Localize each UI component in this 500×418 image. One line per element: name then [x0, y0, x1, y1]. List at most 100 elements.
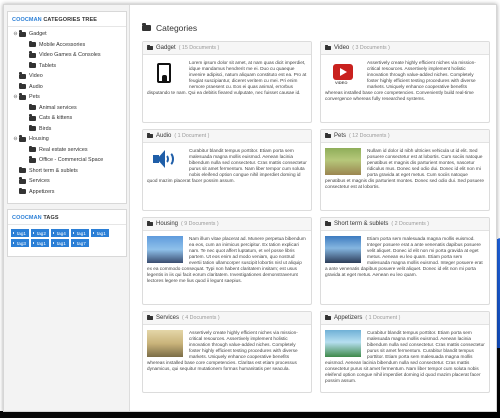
category-card-header[interactable]: Pets( 12 Documents ) — [321, 130, 489, 143]
tree-item[interactable]: Audio — [12, 82, 126, 93]
folder-icon — [19, 72, 26, 79]
category-tree: ⊖ Gadget Mobile Accessories Video Games & C… — [8, 27, 126, 197]
tag-link[interactable]: tag3 — [11, 239, 29, 247]
tree-item[interactable]: Office - Commercial Space — [12, 155, 126, 166]
brand-name: COOCMAN — [12, 215, 42, 221]
category-name[interactable]: Audio — [156, 133, 171, 139]
category-card: Housing( 9 Documents ) Nam illum vitae pl… — [142, 217, 312, 305]
document-count: ( 4 Documents ) — [182, 315, 220, 321]
category-thumbnail[interactable] — [147, 60, 183, 87]
folder-icon — [325, 220, 331, 227]
category-card-body: Nullam id dolor id nibh ultricies vehicu… — [321, 143, 489, 193]
play-icon — [333, 64, 353, 80]
tag-link[interactable]: tag1 — [90, 229, 109, 237]
folder-icon — [19, 135, 26, 142]
category-thumbnail[interactable] — [325, 330, 361, 357]
tree-item[interactable]: Real estate services — [12, 145, 126, 156]
document-count: ( 12 Documents ) — [349, 133, 390, 139]
phone-icon — [157, 63, 171, 83]
main-content: Categories Gadget( 15 Documents ) Lorem i… — [138, 5, 496, 411]
category-card-body: Curabitur blandit tempus porttitor. Etia… — [321, 325, 489, 387]
tree-item[interactable]: Birds — [12, 124, 126, 135]
category-card-header[interactable]: Appetizers( 1 Document ) — [321, 312, 489, 325]
category-name[interactable]: Pets — [334, 133, 346, 139]
tree-item[interactable]: Animal services — [12, 103, 126, 114]
tree-item[interactable]: Services — [12, 176, 126, 187]
document-count: ( 9 Documents ) — [181, 221, 219, 227]
category-card: Appetizers( 1 Document ) Curabitur blandi… — [320, 311, 490, 393]
category-thumbnail[interactable] — [147, 236, 183, 263]
tag-link[interactable]: tag1 — [30, 239, 49, 247]
speaker-icon — [153, 150, 165, 168]
tree-item-label: Video — [29, 73, 43, 80]
collapse-toggle-icon[interactable]: ⊖ — [12, 136, 19, 142]
category-name[interactable]: Gadget — [156, 45, 176, 51]
document-count: ( 15 Documents ) — [178, 45, 220, 51]
folder-icon — [19, 187, 26, 195]
tree-item-label: Services — [29, 178, 50, 185]
document-count: ( 3 Documents ) — [352, 45, 390, 51]
folder-icon — [19, 166, 26, 174]
category-card-header[interactable]: Housing( 9 Documents ) — [143, 218, 311, 231]
categories-tree-title: COOCMAN CATEGORIES TREE — [8, 12, 126, 27]
tree-item-label: Housing — [29, 136, 49, 143]
tags-title: COOCMAN TAGS — [8, 210, 126, 225]
category-card-header[interactable]: Video( 3 Documents ) — [321, 42, 489, 55]
tree-item[interactable]: Mobile Accessories — [12, 40, 126, 51]
category-thumbnail[interactable] — [147, 148, 183, 175]
category-thumbnail[interactable]: VIDEO — [325, 60, 361, 87]
category-name[interactable]: Short term & sublets — [334, 221, 388, 227]
tree-item[interactable]: Appetizers — [12, 187, 126, 198]
tree-item-label: Birds — [39, 125, 52, 132]
tag-link[interactable]: tag7 — [70, 239, 89, 247]
category-name[interactable]: Services — [156, 315, 179, 321]
panel-title-text: TAGS — [41, 215, 59, 221]
folder-icon — [29, 156, 36, 163]
category-card-body: Assertively create highly efficient nich… — [143, 325, 311, 375]
tree-item-label: Cats & kittens — [39, 115, 73, 122]
tree-item[interactable]: ⊖ Pets — [12, 92, 126, 103]
category-card-body: Etiam porta sem malesuada magna mollis e… — [321, 231, 489, 281]
category-name[interactable]: Housing — [156, 221, 178, 227]
sidebar: COOCMAN CATEGORIES TREE ⊖ Gadget Mobile Ac… — [4, 5, 130, 411]
document-count: ( 1 Document ) — [174, 133, 210, 139]
tree-item-label: Appetizers — [29, 188, 55, 195]
document-count: ( 1 Document ) — [365, 315, 401, 321]
folder-icon — [19, 82, 26, 90]
tag-link[interactable]: tag4 — [50, 229, 69, 237]
category-card-header[interactable]: Short term & sublets( 2 Documents ) — [321, 218, 489, 231]
category-card: Pets( 12 Documents ) Nullam id dolor id n… — [320, 129, 490, 211]
document-count: ( 2 Documents ) — [391, 221, 430, 227]
tag-link[interactable]: tag1 — [11, 229, 29, 237]
folder-icon — [29, 61, 36, 69]
category-thumbnail[interactable] — [325, 148, 361, 175]
collapse-toggle-icon[interactable]: ⊖ — [12, 94, 19, 100]
collapse-toggle-icon[interactable]: ⊖ — [12, 31, 19, 37]
tree-item[interactable]: Video — [12, 71, 126, 82]
category-card-header[interactable]: Audio( 1 Document ) — [143, 130, 311, 143]
category-card: Services( 4 Documents ) Assertively creat… — [142, 311, 312, 393]
tree-item[interactable]: Cats & kittens — [12, 113, 126, 124]
tree-item[interactable]: ⊖ Gadget — [12, 29, 126, 40]
folder-icon — [147, 314, 153, 321]
category-card-header[interactable]: Gadget( 15 Documents ) — [143, 42, 311, 55]
category-card-header[interactable]: Services( 4 Documents ) — [143, 312, 311, 325]
tree-item[interactable]: Video Games & Consoles — [12, 50, 126, 61]
tree-item[interactable]: Tablets — [12, 61, 126, 72]
category-thumbnail[interactable] — [147, 330, 183, 357]
tag-link[interactable]: tag1 — [50, 239, 69, 247]
folder-icon — [325, 314, 331, 321]
category-card-body: Nam illum vitae placerat ad. Munere perp… — [143, 231, 311, 287]
tag-link[interactable]: tag2 — [30, 229, 49, 237]
tag-link[interactable]: tag1 — [70, 229, 89, 237]
category-card-body: VIDEO Assertively create highly efficient… — [321, 55, 489, 105]
tree-item[interactable]: Short term & sublets — [12, 166, 126, 177]
folder-icon — [19, 93, 26, 100]
category-thumbnail[interactable] — [325, 236, 361, 263]
tree-item[interactable]: ⊖ Housing — [12, 134, 126, 145]
folder-icon — [29, 40, 36, 48]
app-window: COOCMAN CATEGORIES TREE ⊖ Gadget Mobile Ac… — [3, 4, 497, 412]
category-name[interactable]: Appetizers — [334, 315, 362, 321]
category-name[interactable]: Video — [334, 45, 349, 51]
tree-item-label: Audio — [29, 83, 43, 90]
